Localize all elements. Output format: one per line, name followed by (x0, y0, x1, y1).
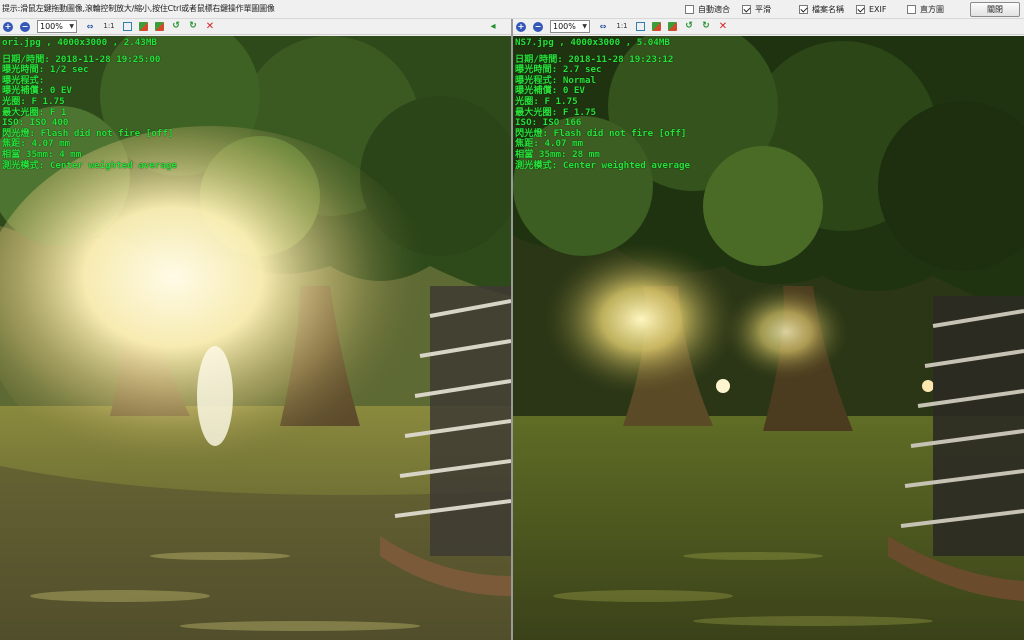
checkbox-box (742, 5, 751, 14)
close-image-icon[interactable]: ✕ (205, 21, 215, 32)
rotate-right-icon[interactable]: ↻ (701, 22, 711, 32)
left-exif-35mm: 相當 35mm: 4 mm (2, 148, 82, 160)
right-file-line: NS7.jpg , 4000x3000 , 5.04MB (515, 37, 670, 48)
left-pane-toolbar: + − 100% ▼ ⇔ 1:1 ↺ ↻ ✕ ◂ (0, 19, 511, 35)
filename-label: 檔案名稱 (812, 5, 844, 14)
fit-window-icon[interactable] (123, 22, 132, 31)
checkbox-box (907, 5, 916, 14)
left-exif-metering: 測光模式: Center weighted average (2, 159, 178, 171)
chevron-down-icon: ▼ (582, 23, 587, 30)
fit-width-icon[interactable]: ⇔ (85, 22, 95, 32)
zoom-level-select[interactable]: 100% ▼ (37, 20, 77, 33)
zoom-level-value: 100% (553, 22, 576, 31)
actual-size-button[interactable]: 1:1 (102, 22, 116, 32)
rotate-left-icon[interactable]: ↺ (684, 22, 694, 32)
right-exif-metering: 測光模式: Center weighted average (515, 159, 691, 171)
load-image-icon[interactable] (139, 22, 148, 31)
exif-checkbox[interactable]: EXIF (856, 4, 887, 15)
right-exif-overlay: NS7.jpg , 4000x3000 , 5.04MB 日期/時間: 2018… (515, 37, 691, 171)
compare-window: 提示:滑鼠左鍵拖動圖像,滾輪控制放大/縮小,按住Ctrl或者鼠標右鍵操作單圖圖像… (0, 0, 1024, 640)
zoom-out-icon[interactable]: − (533, 21, 543, 32)
close-image-icon[interactable]: ✕ (718, 21, 728, 32)
left-exif-aperture: 光圈: F 1.75 (2, 95, 65, 107)
auto-fit-checkbox[interactable]: 自動適合 (685, 4, 730, 15)
zoom-level-value: 100% (40, 22, 63, 31)
rotate-right-icon[interactable]: ↻ (188, 22, 198, 32)
left-image-viewer[interactable]: ori.jpg , 4000x3000 , 2.43MB 日期/時間: 2018… (0, 36, 511, 640)
checkbox-box (799, 5, 808, 14)
save-image-icon[interactable] (668, 22, 677, 31)
actual-size-button[interactable]: 1:1 (615, 22, 629, 32)
save-image-icon[interactable] (155, 22, 164, 31)
rotate-left-icon[interactable]: ↺ (171, 22, 181, 32)
checkbox-box (856, 5, 865, 14)
right-image-viewer[interactable]: NS7.jpg , 4000x3000 , 5.04MB 日期/時間: 2018… (513, 36, 1024, 640)
checkbox-box (685, 5, 694, 14)
histogram-label: 直方圖 (920, 5, 944, 14)
zoom-out-icon[interactable]: − (20, 21, 30, 32)
sync-arrow-icon[interactable]: ◂ (488, 21, 498, 32)
right-exif-35mm: 相當 35mm: 28 mm (515, 148, 600, 160)
filename-checkbox[interactable]: 檔案名稱 (799, 4, 844, 15)
right-pane-toolbar: + − 100% ▼ ⇔ 1:1 ↺ ↻ ✕ (513, 19, 1024, 35)
usage-hint: 提示:滑鼠左鍵拖動圖像,滾輪控制放大/縮小,按住Ctrl或者鼠標右鍵操作單圖圖像 (2, 4, 275, 13)
load-image-icon[interactable] (652, 22, 661, 31)
left-file-line: ori.jpg , 4000x3000 , 2.43MB (2, 37, 157, 48)
histogram-checkbox[interactable]: 直方圖 (907, 4, 944, 15)
zoom-in-icon[interactable]: + (516, 21, 526, 32)
smooth-label: 平滑 (755, 5, 771, 14)
fit-width-icon[interactable]: ⇔ (598, 22, 608, 32)
top-bar: 提示:滑鼠左鍵拖動圖像,滾輪控制放大/縮小,按住Ctrl或者鼠標右鍵操作單圖圖像… (0, 0, 1024, 19)
chevron-down-icon: ▼ (69, 23, 74, 30)
right-exif-aperture: 光圈: F 1.75 (515, 95, 578, 107)
smooth-checkbox[interactable]: 平滑 (742, 4, 771, 15)
zoom-level-select[interactable]: 100% ▼ (550, 20, 590, 33)
zoom-in-icon[interactable]: + (3, 21, 13, 32)
auto-fit-label: 自動適合 (698, 5, 730, 14)
left-exif-overlay: ori.jpg , 4000x3000 , 2.43MB 日期/時間: 2018… (2, 37, 178, 171)
exif-label: EXIF (869, 5, 887, 14)
fit-window-icon[interactable] (636, 22, 645, 31)
close-button[interactable]: 關閉 (970, 2, 1020, 17)
